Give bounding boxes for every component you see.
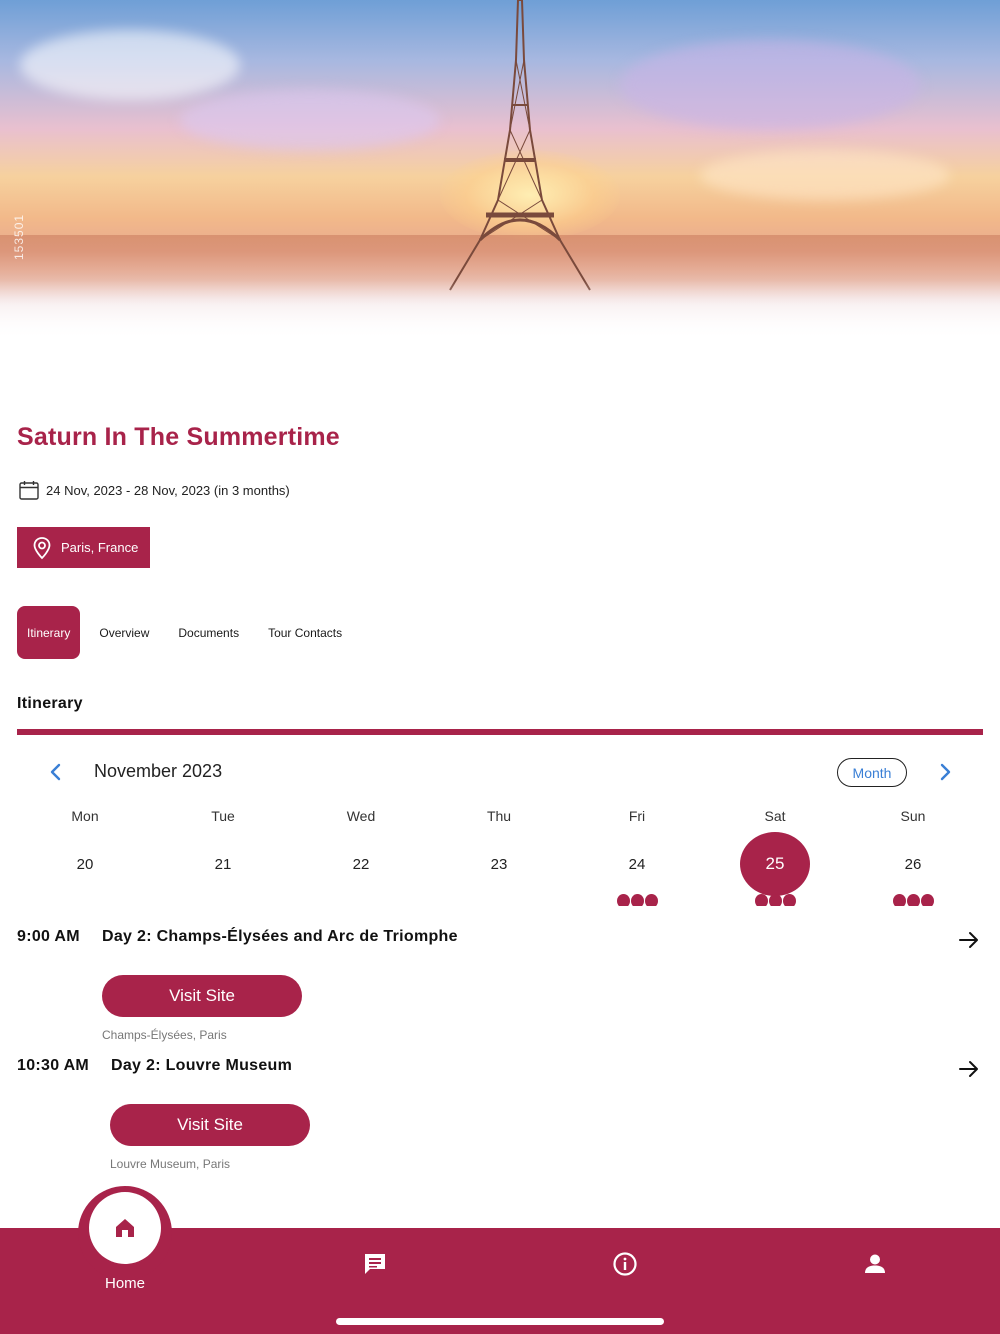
weekday-label: Tue (211, 808, 235, 824)
arrow-right-icon[interactable] (957, 1057, 981, 1081)
event-indicator-dots (616, 894, 658, 906)
event-indicator-dots (892, 894, 934, 906)
calendar-day[interactable]: 23 (430, 832, 568, 904)
arrow-right-icon[interactable] (957, 928, 981, 952)
calendar-day[interactable]: 25 (706, 832, 844, 906)
weekday-label: Thu (486, 808, 512, 824)
day-number: 23 (490, 855, 508, 873)
calendar-day[interactable]: 21 (154, 832, 292, 904)
location-label: Paris, France (61, 540, 139, 555)
calendar-weekdays: Mon Tue Wed Thu Fri Sat Sun (16, 808, 982, 824)
tab-overview[interactable]: Overview (89, 606, 159, 659)
weekday-label: Wed (346, 808, 376, 824)
visit-site-button[interactable]: Visit Site (102, 975, 302, 1017)
event-dot (906, 894, 920, 906)
tab-documents[interactable]: Documents (168, 606, 249, 659)
chevron-left-icon[interactable] (44, 760, 68, 784)
weekday-label: Mon (71, 808, 99, 824)
day-number: 24 (628, 855, 646, 873)
event-dot (616, 894, 630, 906)
weekday-label: Sat (764, 808, 786, 824)
day-number: 21 (214, 855, 232, 873)
tab-itinerary[interactable]: Itinerary (17, 606, 81, 659)
calendar-icon (19, 481, 39, 500)
event-dot (630, 894, 644, 906)
section-title: Itinerary (17, 695, 83, 712)
event-dot (892, 894, 906, 906)
location-pin-icon (33, 536, 51, 559)
event-address: Champs-Élysées, Paris (102, 1028, 227, 1042)
event-indicator-dots (754, 894, 796, 906)
calendar-day[interactable]: 24 (568, 832, 706, 906)
hero-cloud (620, 40, 920, 130)
hero-image: 153501 (0, 0, 1000, 340)
calendar-day[interactable]: 26 (844, 832, 982, 906)
event-time: 10:30 AM (17, 1057, 90, 1074)
trip-dates-text: 24 Nov, 2023 - 28 Nov, 2023 (in 3 months… (46, 482, 290, 498)
weekday-label: Fri (628, 808, 646, 824)
tab-tour-contacts[interactable]: Tour Contacts (258, 606, 352, 659)
section-divider (17, 729, 983, 735)
eiffel-tower-illustration (449, 0, 591, 291)
trip-title: Saturn In The Summertime (17, 423, 340, 451)
event-dot (768, 894, 782, 906)
home-icon (116, 1219, 134, 1237)
event-dot (644, 894, 658, 906)
calendar-day[interactable]: 20 (16, 832, 154, 904)
location-button[interactable]: Paris, France (17, 527, 150, 568)
calendar-month-label: November 2023 (94, 761, 223, 781)
event-dot (754, 894, 768, 906)
event-title: Day 2: Louvre Museum (111, 1057, 293, 1074)
event-address: Louvre Museum, Paris (110, 1157, 231, 1171)
event-time: 9:00 AM (17, 928, 80, 945)
chat-icon[interactable] (362, 1251, 388, 1277)
home-tab[interactable] (89, 1192, 161, 1264)
day-number: 25 (740, 832, 810, 896)
home-tab-label: Home (104, 1275, 145, 1292)
calendar-header: November 2023 Month (0, 752, 1000, 792)
visit-site-button[interactable]: Visit Site (110, 1104, 310, 1146)
day-number: 22 (352, 855, 370, 873)
home-indicator (336, 1318, 664, 1325)
day-number: 26 (904, 855, 922, 873)
calendar-days: 20 21 22 23 24 25 26 (16, 832, 982, 906)
calendar-day[interactable]: 22 (292, 832, 430, 904)
hero-watermark: 153501 (12, 213, 26, 260)
event-title: Day 2: Champs-Élysées and Arc de Triomph… (102, 928, 458, 945)
hero-cloud (20, 30, 240, 100)
trip-tabs: Itinerary Overview Documents Tour Contac… (17, 606, 361, 659)
hero-cloud (180, 90, 440, 150)
hero-cloud (700, 150, 950, 200)
profile-icon[interactable] (862, 1251, 888, 1277)
event-dot (920, 894, 934, 906)
hero-fade (0, 280, 1000, 340)
weekday-label: Sun (900, 808, 926, 824)
calendar-view-toggle[interactable]: Month (837, 758, 907, 787)
info-icon[interactable] (612, 1251, 638, 1277)
chevron-right-icon[interactable] (933, 760, 957, 784)
day-number: 20 (76, 855, 94, 873)
trip-dates: 24 Nov, 2023 - 28 Nov, 2023 (in 3 months… (18, 478, 290, 502)
event-dot (782, 894, 796, 906)
